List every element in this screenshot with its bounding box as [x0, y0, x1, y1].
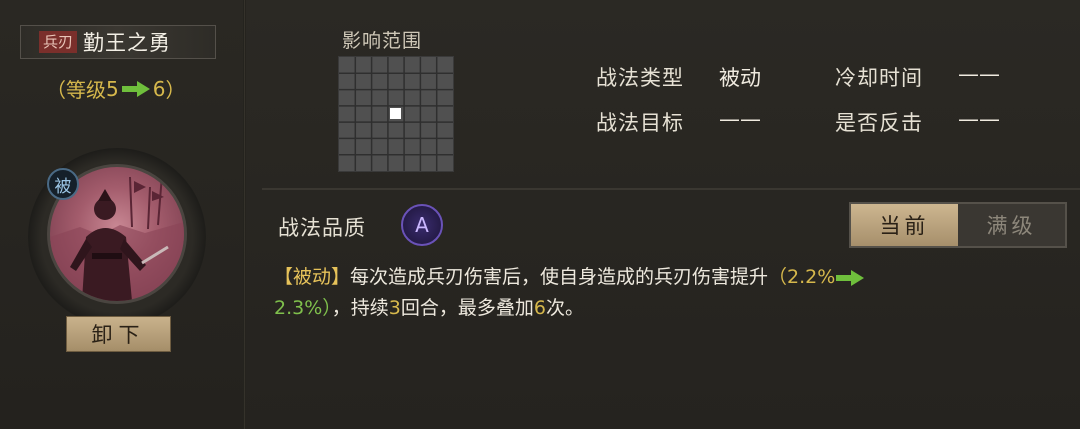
green-arrow-icon [836, 269, 865, 286]
range-grid [338, 56, 454, 172]
tab-current-level[interactable]: 当前 [851, 204, 958, 246]
quality-label: 战法品质 [278, 216, 366, 240]
skill-summary-panel: 兵刃 勤王之勇 （等级 5 6 ） 被 卸下 [0, 0, 244, 429]
description-text-3: 回合，最多叠加 [400, 297, 534, 319]
level-to: 6 [152, 76, 166, 101]
counterattack-value: —— [958, 107, 1000, 131]
skill-target-value: —— [719, 107, 761, 131]
description-duration: 3 [388, 297, 401, 319]
level-prefix: （等级 [46, 78, 106, 102]
description-old-value: 2.2% [787, 266, 836, 288]
green-arrow-icon [121, 80, 150, 97]
description-tag: 【被动】 [274, 266, 351, 288]
skill-title-plate: 兵刃 勤王之勇 [20, 25, 216, 59]
level-toggle: 当前 满级 [849, 202, 1067, 248]
description-new-value: 2.3%） [274, 297, 332, 319]
passive-badge-icon: 被 [47, 168, 79, 200]
skill-type-label: 战法类型 [596, 66, 684, 90]
skill-name: 勤王之勇 [83, 31, 172, 55]
section-divider [262, 188, 1080, 190]
level-from: 5 [106, 76, 119, 101]
range-label: 影响范围 [342, 30, 423, 52]
description-paren-open: （ [768, 266, 788, 288]
range-self-cell [390, 108, 401, 119]
grade-a-icon: A [401, 204, 443, 246]
cooldown-value: —— [958, 62, 1000, 86]
skill-type-tag: 兵刃 [39, 31, 78, 53]
description-text-1: 每次造成兵刃伤害后，使自身造成的兵刃伤害提升 [350, 266, 769, 288]
skill-target-label: 战法目标 [596, 111, 684, 135]
skill-level: （等级 5 6 ） [46, 74, 185, 103]
range-grid-cells [339, 57, 453, 171]
level-suffix: ） [165, 78, 186, 102]
cooldown-label: 冷却时间 [835, 66, 923, 90]
description-text-2: ，持续 [331, 297, 389, 319]
counterattack-label: 是否反击 [835, 111, 923, 135]
unequip-button[interactable]: 卸下 [66, 316, 171, 352]
description-text-4: 次。 [546, 297, 585, 319]
description-stacks: 6 [533, 297, 546, 319]
skill-description: 【被动】每次造成兵刃伤害后，使自身造成的兵刃伤害提升（2.2% 2.3%），持续3… [274, 262, 1044, 324]
tab-max-level[interactable]: 满级 [958, 204, 1065, 246]
skill-type-value: 被动 [719, 66, 761, 90]
